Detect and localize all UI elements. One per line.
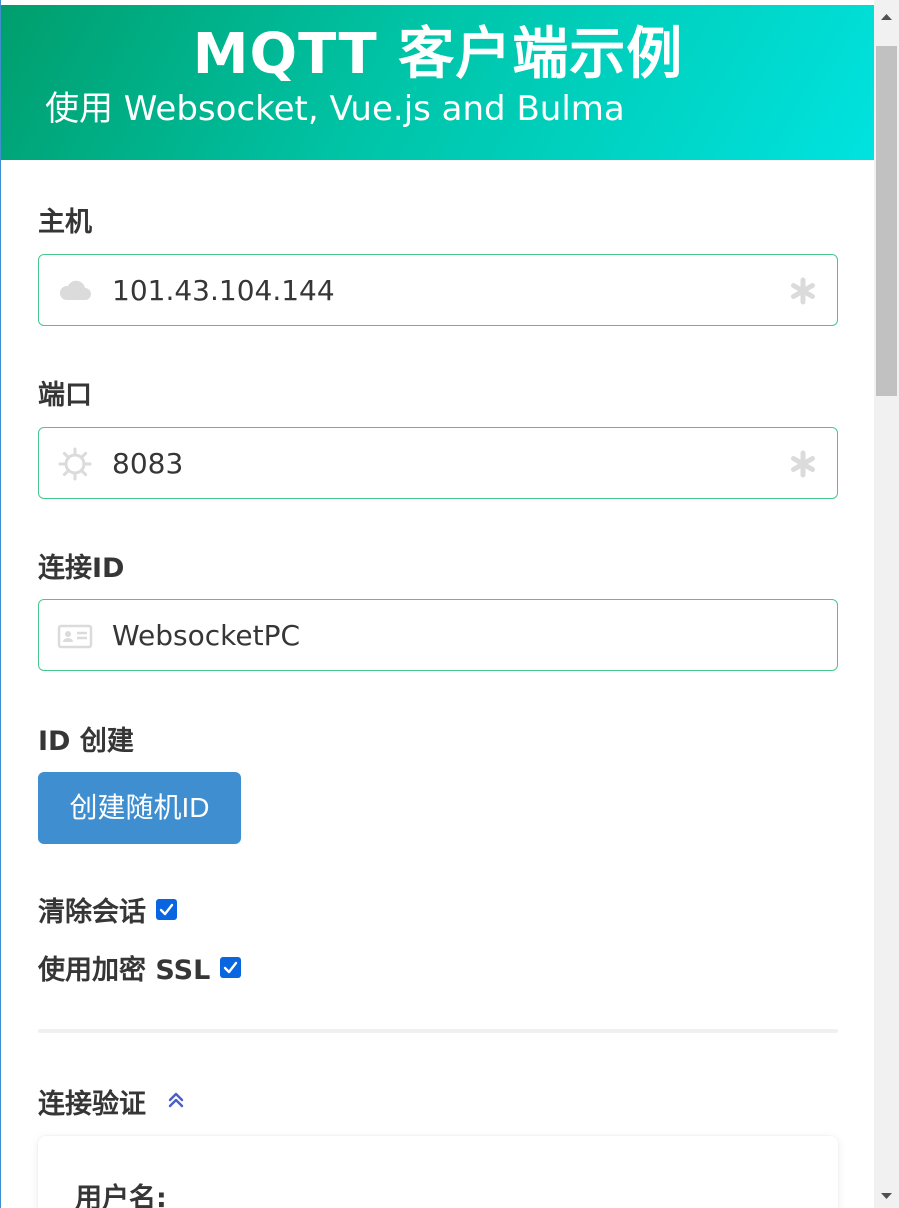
clean-session-checkbox[interactable] — [156, 899, 177, 920]
asterisk-icon — [789, 277, 817, 305]
scroll-down-arrow-icon[interactable] — [874, 1184, 899, 1208]
host-label: 主机 — [38, 207, 92, 238]
page-viewport: MQTT 客户端示例 使用 Websocket, Vue.js and Bulm… — [0, 0, 874, 1208]
chevron-double-up-icon[interactable] — [166, 1086, 186, 1117]
host-input[interactable]: 101.43.104.144 — [112, 255, 335, 327]
client-id-input[interactable]: WebsocketPC — [112, 600, 300, 672]
asterisk-icon — [789, 450, 817, 478]
use-ssl-row: 使用加密 SSL — [38, 948, 242, 987]
clean-session-label: 清除会话 — [38, 897, 146, 928]
id-create-label: ID 创建 — [38, 726, 134, 757]
use-ssl-checkbox[interactable] — [220, 957, 242, 978]
port-field[interactable]: 8083 — [38, 427, 838, 499]
scrollbar-thumb[interactable] — [876, 46, 897, 396]
cloud-icon — [57, 273, 93, 309]
host-field[interactable]: 101.43.104.144 — [38, 254, 838, 326]
page-subtitle: 使用 Websocket, Vue.js and Bulma — [45, 89, 625, 129]
page-title: MQTT 客户端示例 — [192, 22, 684, 87]
gear-icon — [57, 446, 93, 482]
port-label: 端口 — [38, 380, 92, 411]
use-ssl-label: 使用加密 SSL — [38, 955, 211, 986]
client-id-field[interactable]: WebsocketPC — [38, 599, 838, 671]
checkmark-icon — [224, 961, 238, 974]
auth-section-title: 连接验证 — [38, 1089, 146, 1120]
create-random-id-button[interactable]: 创建随机ID — [38, 772, 241, 844]
hero-banner: MQTT 客户端示例 使用 Websocket, Vue.js and Bulm… — [1, 5, 874, 160]
clean-session-row: 清除会话 — [38, 890, 177, 929]
id-card-icon — [57, 618, 93, 654]
auth-card: 用户名: — [38, 1136, 838, 1208]
checkmark-icon — [159, 903, 174, 916]
port-input[interactable]: 8083 — [112, 428, 183, 500]
username-label: 用户名: — [75, 1183, 167, 1208]
vertical-scrollbar[interactable] — [874, 0, 899, 1208]
auth-section-header[interactable]: 连接验证 — [38, 1082, 186, 1121]
scroll-up-arrow-icon[interactable] — [874, 0, 899, 34]
client-id-label: 连接ID — [38, 553, 125, 584]
section-divider — [38, 1029, 838, 1033]
